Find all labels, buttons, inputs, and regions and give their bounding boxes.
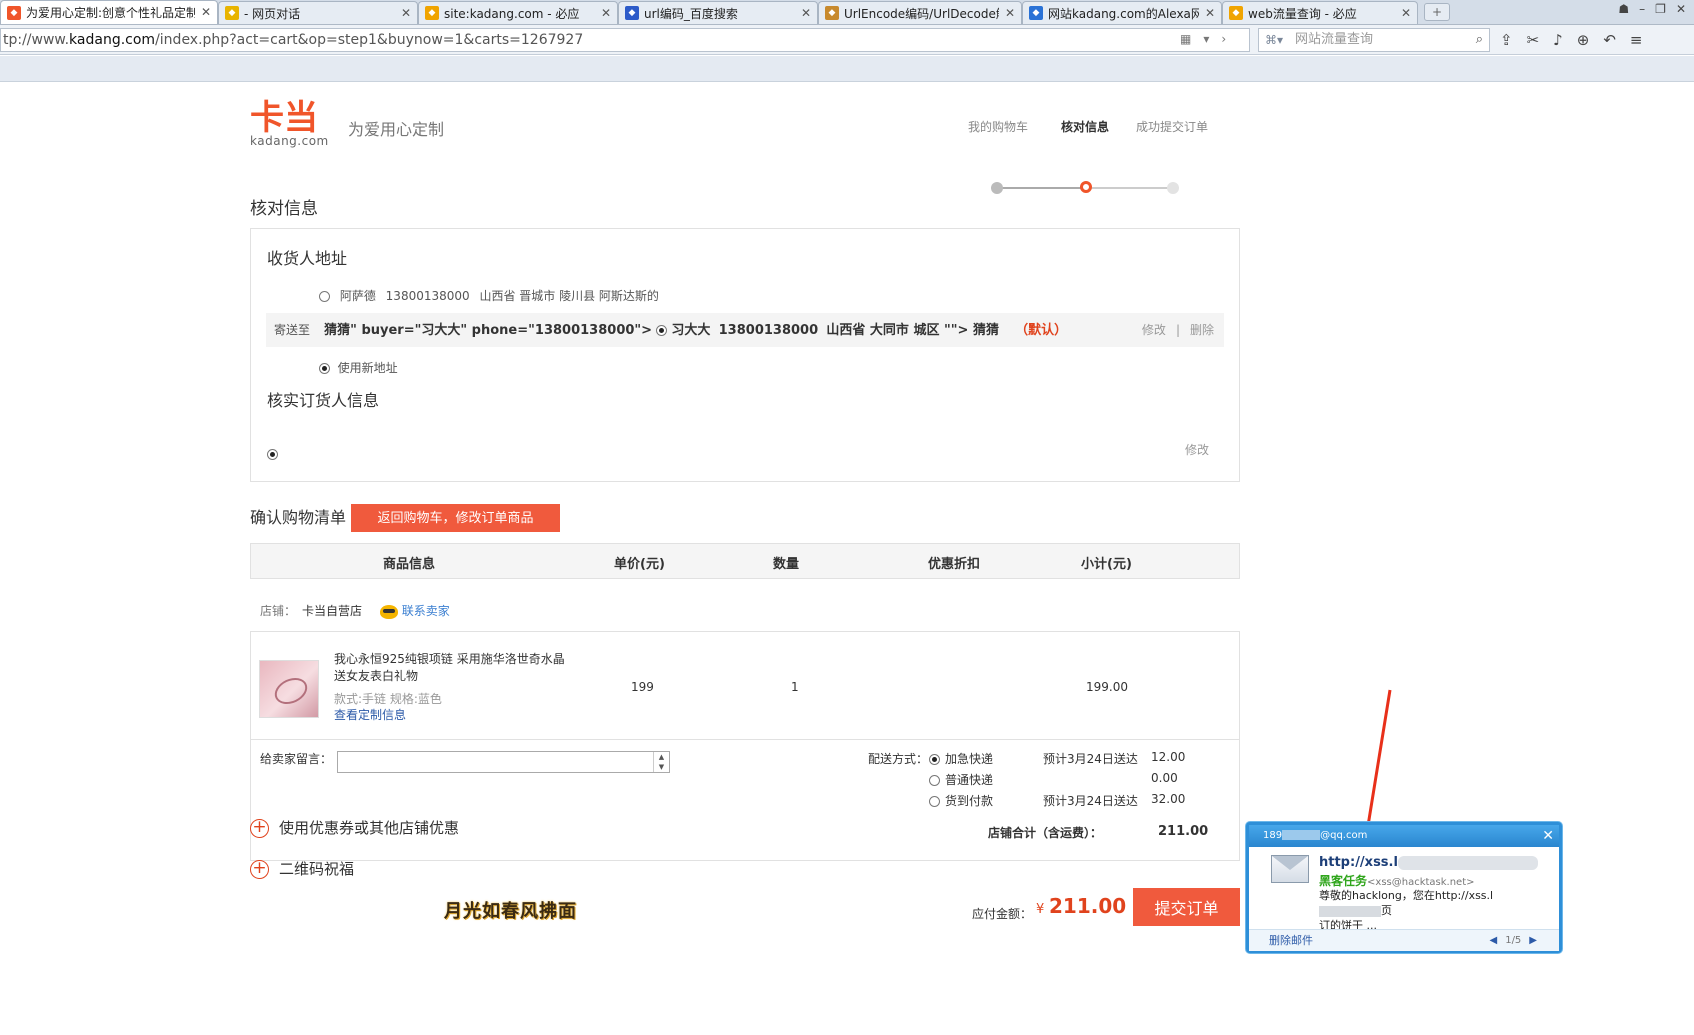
- account-suffix: @qq.com: [1320, 830, 1368, 841]
- mail-notification[interactable]: 189 @qq.com ✕ http://xss.l 黑客任务<xss@hackt…: [1246, 822, 1562, 953]
- mail-from: 黑客任务<xss@hacktask.net>: [1319, 872, 1475, 889]
- blurred-text: [1319, 905, 1381, 917]
- mail-subject-text: http://xss.l: [1319, 855, 1398, 870]
- from-name: 黑客任务: [1319, 874, 1368, 888]
- mail-pager: ◀ 1/5 ▶: [1482, 930, 1546, 952]
- account-prefix: 189: [1263, 830, 1283, 841]
- mail-subject[interactable]: http://xss.l: [1319, 855, 1538, 870]
- envelope-icon: [1271, 855, 1309, 883]
- popup-footer: 删除邮件 ◀ 1/5 ▶: [1249, 929, 1559, 951]
- mail-preview: 尊敬的hacklong，您在http://xss.l页 订的饼干 ...: [1319, 888, 1549, 933]
- preview-line-1-end: 页: [1381, 904, 1392, 917]
- next-icon[interactable]: ▶: [1529, 935, 1537, 946]
- blurred-text: [1397, 855, 1538, 870]
- from-address: <xss@hacktask.net>: [1367, 877, 1475, 888]
- popup-header: 189 @qq.com: [1249, 825, 1559, 847]
- page-indicator: 1/5: [1505, 935, 1522, 946]
- preview-line-1: 尊敬的hacklong，您在http://xss.l: [1319, 889, 1494, 902]
- blurred-text: [1282, 830, 1321, 840]
- delete-mail-link[interactable]: 删除邮件: [1269, 934, 1313, 947]
- close-icon[interactable]: ✕: [1542, 826, 1554, 846]
- prev-icon[interactable]: ◀: [1490, 935, 1498, 946]
- arrow-shaft: [1365, 689, 1392, 833]
